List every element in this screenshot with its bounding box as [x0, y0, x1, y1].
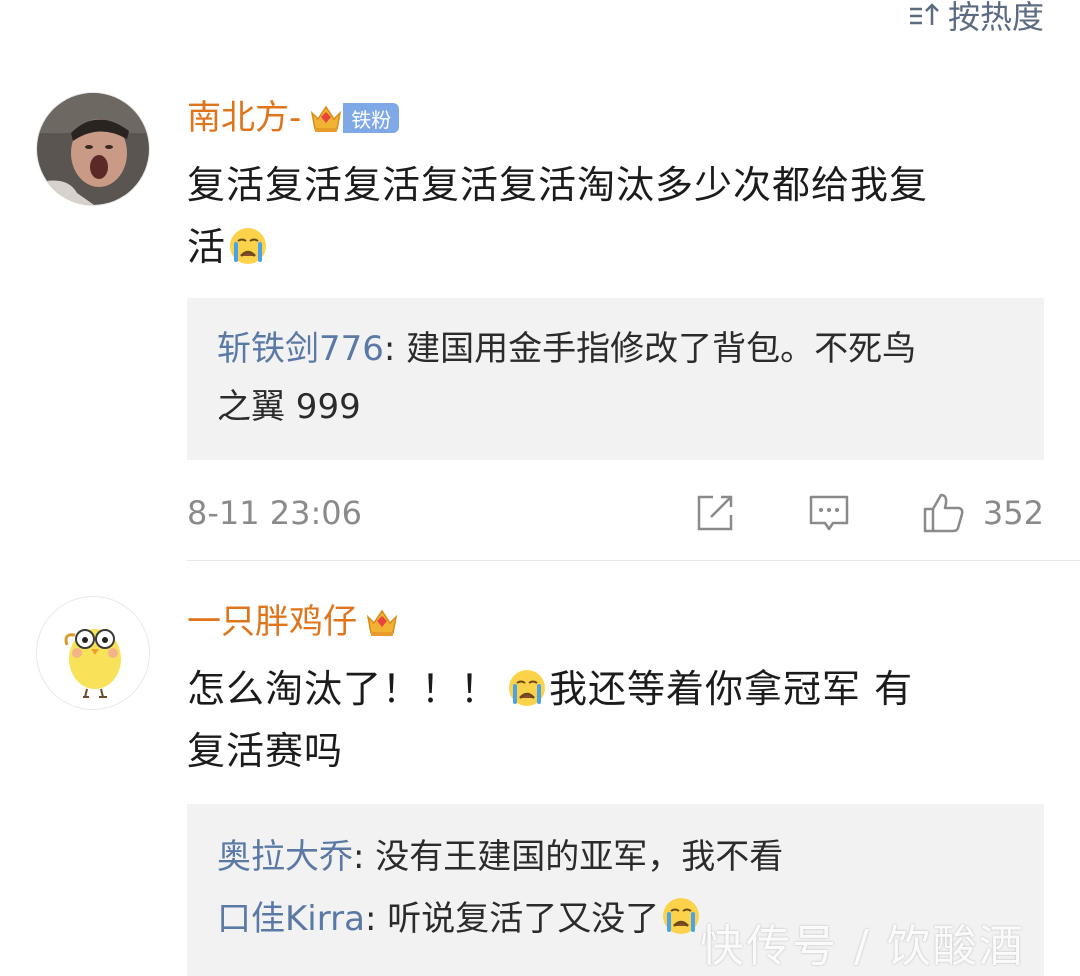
- sort-icon: [909, 3, 939, 25]
- sort-label: 按热度: [947, 0, 1044, 36]
- reply-item: 奥拉大乔: 没有王建国的亚军，我不看: [217, 837, 784, 877]
- crown-icon: [311, 105, 342, 132]
- crying-emoji-icon: [509, 670, 546, 706]
- comment-meta: 8-11 23:06 352: [187, 488, 1044, 538]
- reply-author[interactable]: 斩铁剑776: [217, 329, 384, 369]
- comment-text: 怎么淘汰了！！！ 我还等着你拿冠军 有 复活赛吗: [187, 658, 1047, 782]
- crying-emoji-icon: [230, 228, 267, 264]
- reply-text: 没有王建国的亚军，我不看: [375, 837, 784, 877]
- reply-item: 斩铁剑776: 建国用金手指修改了背包。不死鸟: [217, 329, 917, 369]
- comment-actions: 352: [693, 491, 1044, 535]
- comment-text-line: 复活赛吗: [187, 729, 344, 773]
- user-info: 南北方- 铁粉: [187, 96, 400, 140]
- crying-emoji-icon: [663, 898, 700, 934]
- sort-toggle[interactable]: 按热度: [908, 0, 1044, 38]
- reply-author[interactable]: 奥拉大乔: [217, 837, 353, 877]
- comment-text: 复活复活复活复活复活淘汰多少次都给我复 活: [187, 154, 1047, 278]
- like-icon[interactable]: [921, 491, 965, 535]
- crown-icon: [366, 609, 398, 636]
- username[interactable]: 一只胖鸡仔: [187, 600, 357, 644]
- comment-text-line: 怎么淘汰了！！！ 我还等着你拿冠军 有: [187, 667, 914, 711]
- reply-text: 建国用金手指修改了背包。不死鸟: [406, 329, 917, 369]
- reply-item: 之翼 999: [217, 378, 1014, 436]
- reply-text: 之翼 999: [217, 387, 361, 427]
- divider: [187, 560, 1080, 561]
- user-info: 一只胖鸡仔: [187, 600, 399, 644]
- comment-text-line: 复活复活复活复活复活淘汰多少次都给我复: [187, 163, 929, 207]
- like-count: 352: [982, 494, 1044, 532]
- avatar[interactable]: [36, 596, 150, 710]
- reply-author[interactable]: 口佳Kirra: [217, 899, 365, 939]
- comment-text-line: 活: [187, 216, 1047, 278]
- comment-feed: 按热度 南北方- 铁粉 复活复活复活复活复活淘汰多少次都给我复 活 斩铁剑776…: [0, 0, 1080, 976]
- reply-preview[interactable]: 斩铁剑776: 建国用金手指修改了背包。不死鸟 之翼 999: [187, 298, 1044, 460]
- reply-text: 听说复活了又没了: [387, 899, 660, 939]
- repost-icon[interactable]: [693, 491, 737, 535]
- avatar[interactable]: [36, 92, 150, 206]
- watermark: 快传号 / 饮酸酒: [700, 921, 1025, 972]
- comment-icon[interactable]: [807, 491, 851, 535]
- timestamp: 8-11 23:06: [187, 494, 363, 532]
- fan-badge: 铁粉: [343, 103, 400, 133]
- username[interactable]: 南北方-: [187, 96, 301, 140]
